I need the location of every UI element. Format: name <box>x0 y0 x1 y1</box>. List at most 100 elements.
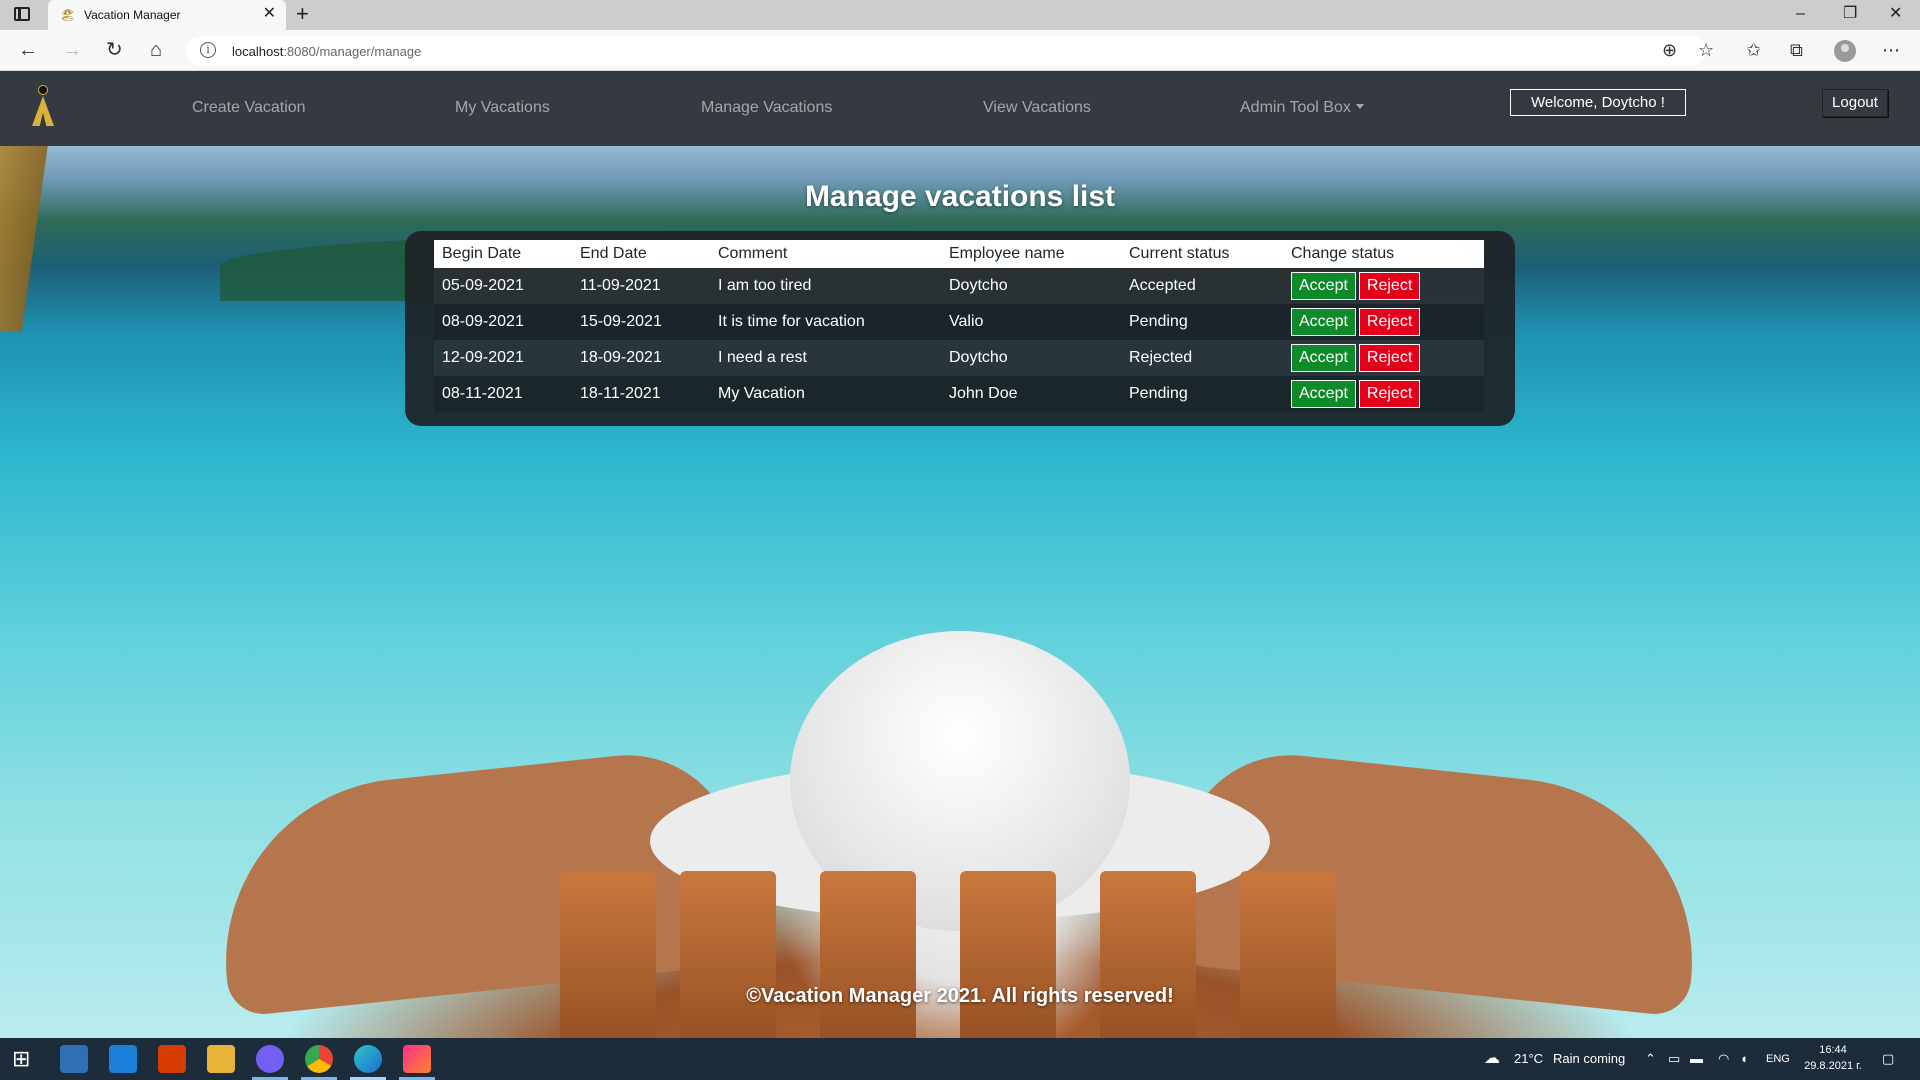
close-tab-icon[interactable]: ✕ <box>263 6 276 22</box>
nav-admin-toolbox[interactable]: Admin Tool Box <box>1240 99 1364 117</box>
minimize-icon[interactable]: – <box>1796 4 1805 24</box>
header-current-status: Current status <box>1121 240 1283 268</box>
chair-slat <box>1100 871 1196 1038</box>
new-tab-icon[interactable]: + <box>296 3 309 25</box>
cell-end-date: 18-09-2021 <box>572 340 710 376</box>
close-window-icon[interactable]: ✕ <box>1889 4 1902 24</box>
accept-button[interactable]: Accept <box>1291 272 1356 300</box>
cell-status: Rejected <box>1121 340 1283 376</box>
store-icon[interactable] <box>60 1045 88 1073</box>
chevron-down-icon <box>1355 104 1364 109</box>
meet-now-icon[interactable]: ▭ <box>1668 1051 1680 1067</box>
welcome-badge: Welcome, Doytcho ! <box>1510 89 1686 116</box>
table-header-row: Begin Date End Date Comment Employee nam… <box>434 240 1484 268</box>
page-title: Manage vacations list <box>804 180 1116 213</box>
reject-button[interactable]: Reject <box>1358 380 1421 408</box>
nav-create-vacation[interactable]: Create Vacation <box>192 99 306 117</box>
reject-button[interactable]: Reject <box>1358 272 1421 300</box>
browser-tab[interactable]: 🏖 Vacation Manager ✕ <box>48 0 286 30</box>
forward-icon[interactable]: → <box>62 38 82 62</box>
header-begin-date: Begin Date <box>434 240 572 268</box>
language-indicator[interactable]: ENG <box>1766 1053 1790 1065</box>
battery-icon[interactable]: ▬ <box>1690 1051 1703 1066</box>
cell-comment: It is time for vacation <box>710 304 941 340</box>
tab-title: Vacation Manager <box>84 8 181 22</box>
home-icon[interactable]: ⌂ <box>150 38 162 62</box>
cell-begin-date: 08-11-2021 <box>434 376 572 412</box>
url-text[interactable]: localhost:8080/manager/manage <box>232 44 421 59</box>
chair-slat <box>560 871 656 1038</box>
nav-manage-vacations[interactable]: Manage Vacations <box>701 99 832 117</box>
chair-slat <box>820 871 916 1038</box>
intellij-icon[interactable] <box>403 1045 431 1073</box>
taskbar: ⊞ ☁ 21°C Rain coming ⌃ ▭ ▬ ◠ ◖ ENG 16:44… <box>0 1038 1920 1080</box>
tray-chevron-up-icon[interactable]: ⌃ <box>1645 1051 1656 1067</box>
collections-icon[interactable]: ⧉ <box>1790 38 1803 62</box>
accept-button[interactable]: Accept <box>1291 308 1356 336</box>
volume-icon[interactable]: ◖ <box>1740 1051 1748 1066</box>
brand-logo-icon[interactable] <box>28 85 58 129</box>
clock-time: 16:44 <box>1819 1044 1847 1056</box>
arm-left-background <box>207 744 749 1018</box>
site-info-icon[interactable]: i <box>200 42 216 58</box>
weather-cloud-icon[interactable]: ☁ <box>1484 1048 1500 1068</box>
vacations-table: Begin Date End Date Comment Employee nam… <box>434 240 1484 412</box>
reject-button[interactable]: Reject <box>1358 308 1421 336</box>
table-row: 08-11-2021 18-11-2021 My Vacation John D… <box>434 376 1484 412</box>
reload-icon[interactable]: ↻ <box>106 38 123 62</box>
maximize-icon[interactable]: ❐ <box>1843 4 1857 24</box>
office-icon[interactable] <box>158 1045 186 1073</box>
cell-end-date: 15-09-2021 <box>572 304 710 340</box>
notifications-icon[interactable]: ▢ <box>1882 1051 1894 1067</box>
cell-employee: Valio <box>941 304 1121 340</box>
weather-temp[interactable]: 21°C <box>1514 1051 1543 1066</box>
more-menu-icon[interactable]: ⋯ <box>1882 38 1900 62</box>
table-row: 05-09-2021 11-09-2021 I am too tired Doy… <box>434 268 1484 304</box>
admin-toolbox-label: Admin Tool Box <box>1240 99 1351 116</box>
cell-begin-date: 12-09-2021 <box>434 340 572 376</box>
cell-status: Pending <box>1121 304 1283 340</box>
favorites-icon[interactable]: ✩ <box>1746 38 1761 62</box>
header-change-status: Change status <box>1283 240 1484 268</box>
accept-button[interactable]: Accept <box>1291 344 1356 372</box>
nav-view-vacations[interactable]: View Vacations <box>983 99 1091 117</box>
taskbar-clock[interactable]: 16:44 29.8.2021 г. <box>1798 1042 1868 1074</box>
url-host: localhost <box>232 44 284 59</box>
tab-actions-icon[interactable] <box>14 7 30 21</box>
clock-date: 29.8.2021 г. <box>1804 1060 1862 1072</box>
cell-comment: My Vacation <box>710 376 941 412</box>
add-favorite-icon[interactable]: ☆ <box>1698 38 1714 62</box>
cell-begin-date: 08-09-2021 <box>434 304 572 340</box>
profile-avatar-icon[interactable] <box>1834 40 1856 62</box>
address-bar: ← → ↻ ⌂ i localhost:8080/manager/manage … <box>0 30 1920 71</box>
header-end-date: End Date <box>572 240 710 268</box>
url-field[interactable]: i localhost:8080/manager/manage <box>186 36 1706 66</box>
chair-slat <box>960 871 1056 1038</box>
zoom-icon[interactable]: ⊕ <box>1662 38 1677 62</box>
weather-text[interactable]: Rain coming <box>1553 1051 1625 1066</box>
edge-icon[interactable] <box>354 1045 382 1073</box>
cell-status: Accepted <box>1121 268 1283 304</box>
file-explorer-icon[interactable] <box>207 1045 235 1073</box>
logout-button[interactable]: Logout <box>1822 89 1888 117</box>
accept-button[interactable]: Accept <box>1291 380 1356 408</box>
mail-icon[interactable] <box>109 1045 137 1073</box>
browser-tab-bar: 🏖 Vacation Manager ✕ + – ❐ ✕ <box>0 0 1920 30</box>
header-comment: Comment <box>710 240 941 268</box>
cell-actions: Accept Reject <box>1283 268 1484 304</box>
chair-slat <box>680 871 776 1038</box>
cell-actions: Accept Reject <box>1283 376 1484 412</box>
cell-actions: Accept Reject <box>1283 340 1484 376</box>
logo-head <box>38 85 48 95</box>
wifi-icon[interactable]: ◠ <box>1718 1051 1729 1067</box>
chair-slat <box>1240 871 1336 1038</box>
back-icon[interactable]: ← <box>18 38 38 62</box>
vacation-logo-icon: 🏖 <box>60 8 76 22</box>
chrome-icon[interactable] <box>305 1045 333 1073</box>
windows-start-icon[interactable]: ⊞ <box>12 1045 40 1073</box>
reject-button[interactable]: Reject <box>1358 344 1421 372</box>
nav-my-vacations[interactable]: My Vacations <box>455 99 550 117</box>
viber-icon[interactable] <box>256 1045 284 1073</box>
page-viewport: Create Vacation My Vacations Manage Vaca… <box>0 71 1920 1038</box>
cell-comment: I am too tired <box>710 268 941 304</box>
